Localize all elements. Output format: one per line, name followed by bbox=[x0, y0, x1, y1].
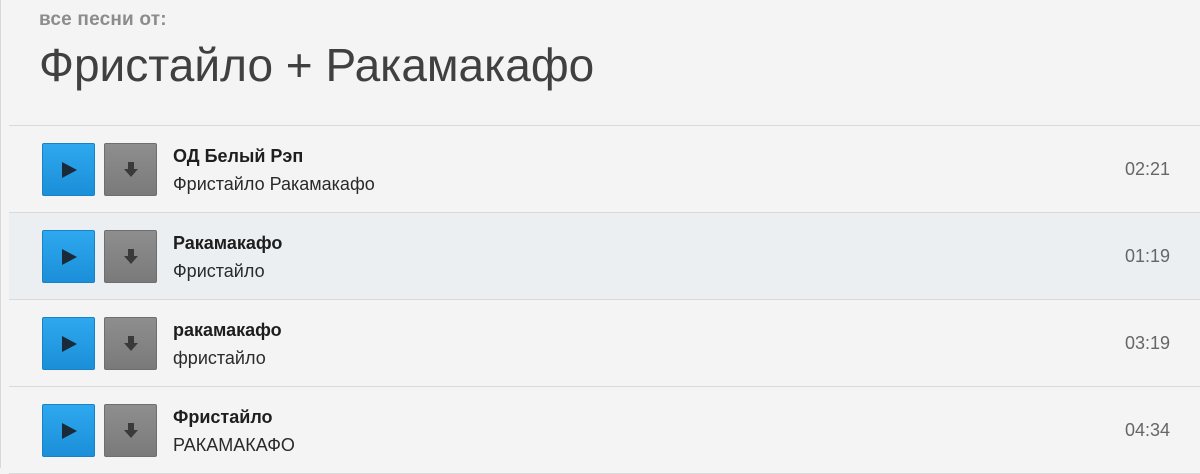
download-icon bbox=[123, 335, 138, 351]
track-artist[interactable]: РАКАМАКАФО bbox=[173, 434, 295, 456]
download-button[interactable] bbox=[104, 317, 157, 370]
play-icon bbox=[61, 335, 77, 352]
play-button[interactable] bbox=[42, 230, 95, 283]
track-artist[interactable]: фристайло bbox=[173, 347, 266, 369]
track-row: ракамакафо фристайло 03:19 bbox=[9, 300, 1200, 387]
track-title[interactable]: Ракамакафо bbox=[173, 232, 282, 254]
track-duration: 04:34 bbox=[1124, 420, 1170, 440]
play-icon bbox=[61, 248, 77, 265]
track-title[interactable]: ракамакафо bbox=[173, 319, 282, 341]
download-icon bbox=[123, 248, 138, 264]
track-duration: 01:19 bbox=[1124, 246, 1170, 266]
page-title: Фристайло + Ракамакафо bbox=[39, 39, 595, 91]
play-button[interactable] bbox=[42, 317, 95, 370]
track-artist[interactable]: Фристайло bbox=[173, 260, 265, 282]
download-button[interactable] bbox=[104, 143, 157, 196]
track-artist[interactable]: Фристайло Ракамакафо bbox=[173, 173, 375, 195]
download-button[interactable] bbox=[104, 404, 157, 457]
download-button[interactable] bbox=[104, 230, 157, 283]
track-list: ОД Белый Рэп Фристайло Ракамакафо 02:21 … bbox=[9, 125, 1200, 474]
page-subtitle: все песни от: bbox=[39, 9, 167, 30]
track-row: Ракамакафо Фристайло 01:19 bbox=[9, 213, 1200, 300]
track-title[interactable]: ОД Белый Рэп bbox=[173, 145, 303, 167]
track-duration: 03:19 bbox=[1124, 333, 1170, 353]
play-icon bbox=[61, 422, 77, 439]
header: все песни от: Фристайло + Ракамакафо bbox=[1, 0, 1200, 116]
download-icon bbox=[123, 422, 138, 438]
play-button[interactable] bbox=[42, 143, 95, 196]
play-icon bbox=[61, 161, 77, 178]
play-button[interactable] bbox=[42, 404, 95, 457]
download-icon bbox=[123, 161, 138, 177]
track-title[interactable]: Фристайло bbox=[173, 406, 273, 428]
page: все песни от: Фристайло + Ракамакафо ОД … bbox=[0, 0, 1200, 474]
track-row: Фристайло РАКАМАКАФО 04:34 bbox=[9, 387, 1200, 474]
track-duration: 02:21 bbox=[1124, 159, 1170, 179]
track-row: ОД Белый Рэп Фристайло Ракамакафо 02:21 bbox=[9, 126, 1200, 213]
